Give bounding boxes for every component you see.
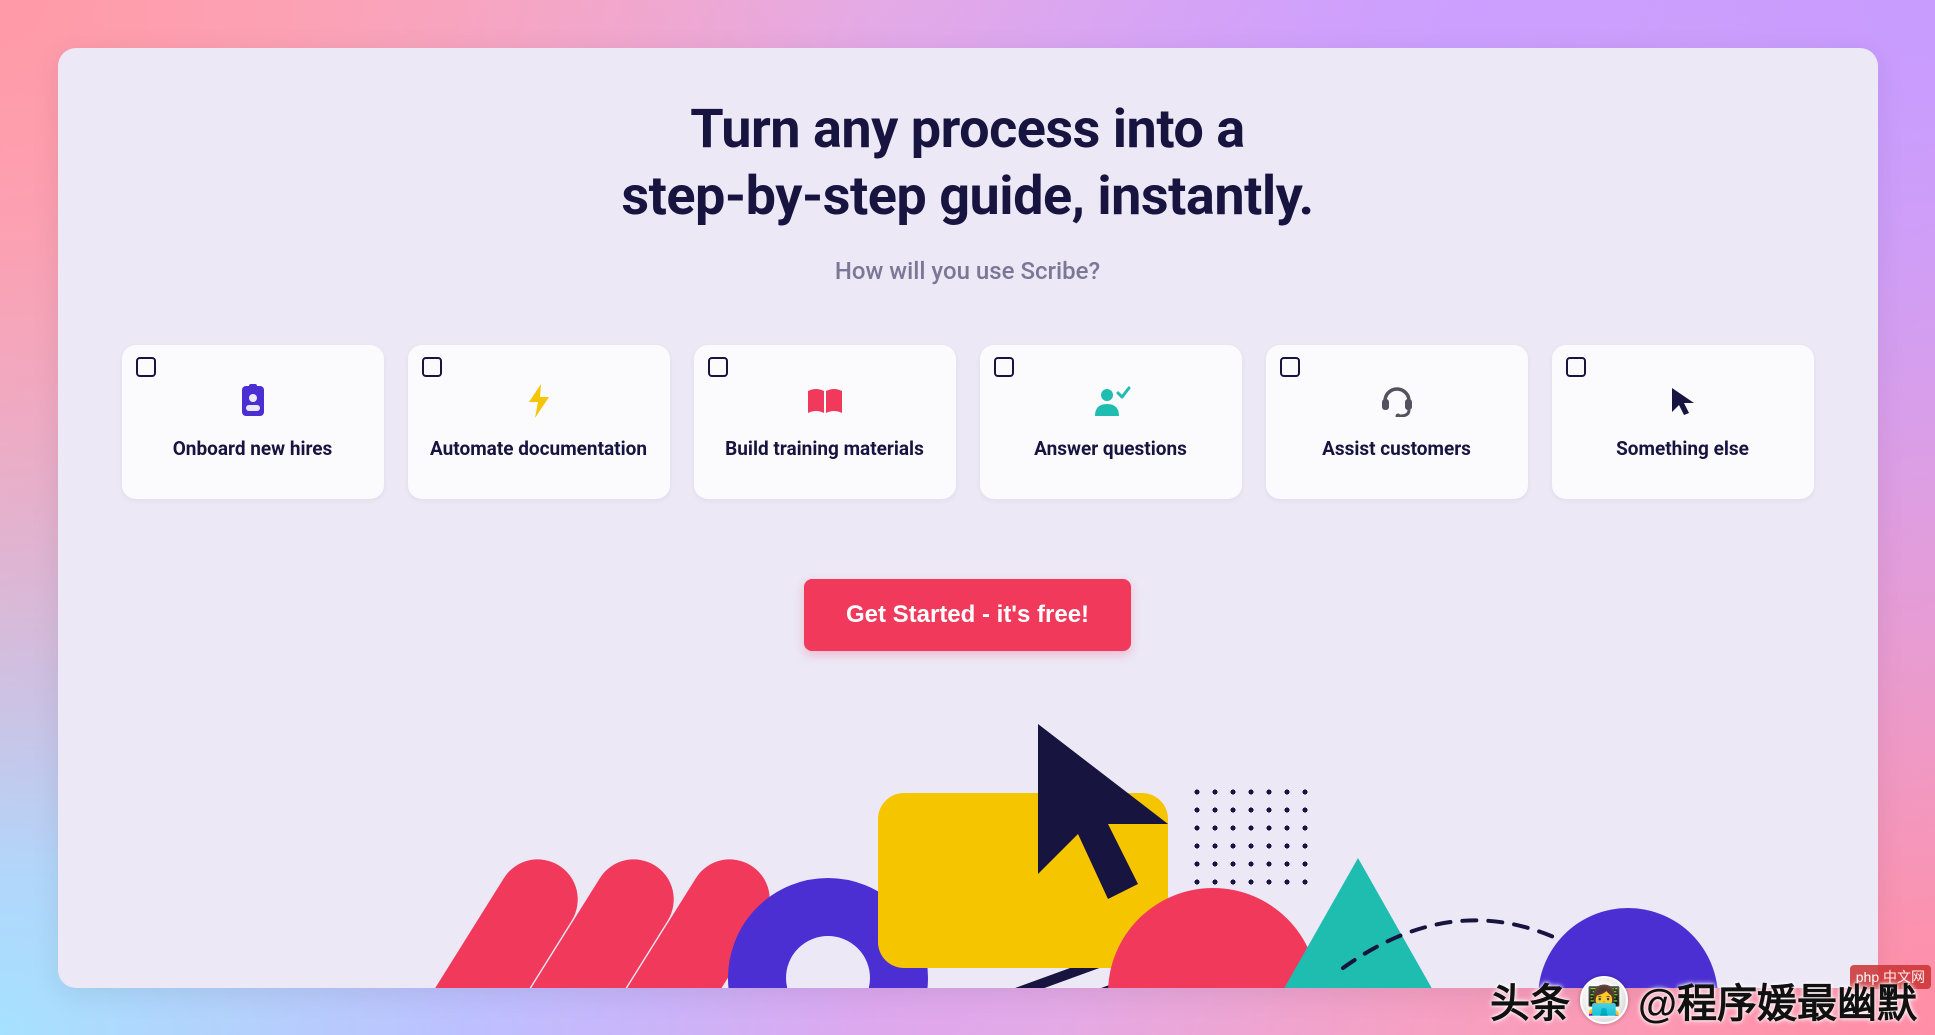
dot-grid-shape: [1188, 783, 1318, 893]
get-started-button[interactable]: Get Started - it's free!: [804, 579, 1131, 651]
content-area: Turn any process into a step-by-step gui…: [58, 48, 1878, 651]
watermark-handle: @程序媛最幽默: [1638, 971, 1917, 1029]
card-training[interactable]: Build training materials: [694, 345, 956, 499]
card-automate[interactable]: Automate documentation: [408, 345, 670, 499]
id-badge-icon: [239, 383, 267, 419]
decorative-footer: [58, 728, 1878, 988]
big-cursor-shape: [1018, 714, 1188, 908]
page-headline: Turn any process into a step-by-step gui…: [58, 96, 1878, 231]
avatar-icon: 👩‍💻: [1580, 976, 1628, 1024]
card-answer[interactable]: Answer questions: [980, 345, 1242, 499]
red-circle-shape: [1108, 888, 1318, 988]
main-panel: Turn any process into a step-by-step gui…: [58, 48, 1878, 988]
checkbox-icon[interactable]: [422, 357, 442, 377]
card-other[interactable]: Something else: [1552, 345, 1814, 499]
option-card-row: Onboard new hires Automate documentation…: [58, 345, 1878, 499]
card-label: Something else: [1616, 437, 1749, 460]
checkbox-icon[interactable]: [708, 357, 728, 377]
cursor-icon: [1670, 383, 1696, 419]
user-check-icon: [1091, 383, 1131, 419]
page-subhead: How will you use Scribe?: [58, 257, 1878, 285]
card-label: Answer questions: [1034, 437, 1187, 460]
blue-donut-shape: [728, 878, 928, 988]
bolt-icon: [526, 383, 552, 419]
card-label: Automate documentation: [430, 437, 647, 460]
checkbox-icon[interactable]: [994, 357, 1014, 377]
card-onboard[interactable]: Onboard new hires: [122, 345, 384, 499]
card-label: Assist customers: [1322, 437, 1471, 460]
card-assist[interactable]: Assist customers: [1266, 345, 1528, 499]
card-label: Build training materials: [725, 437, 924, 460]
teal-triangle-shape: [1273, 858, 1443, 988]
checkbox-icon[interactable]: [136, 357, 156, 377]
checkbox-icon[interactable]: [1566, 357, 1586, 377]
headline-line-2: step-by-step guide, instantly.: [621, 165, 1313, 228]
yellow-rect-shape: [878, 793, 1168, 968]
headline-line-1: Turn any process into a: [690, 98, 1244, 161]
checkbox-icon[interactable]: [1280, 357, 1300, 377]
book-icon: [806, 383, 844, 419]
card-label: Onboard new hires: [173, 437, 333, 460]
watermark-overlay: 头条 👩‍💻 @程序媛最幽默: [1490, 971, 1917, 1029]
watermark-prefix: 头条: [1490, 971, 1570, 1029]
headset-icon: [1380, 383, 1414, 419]
